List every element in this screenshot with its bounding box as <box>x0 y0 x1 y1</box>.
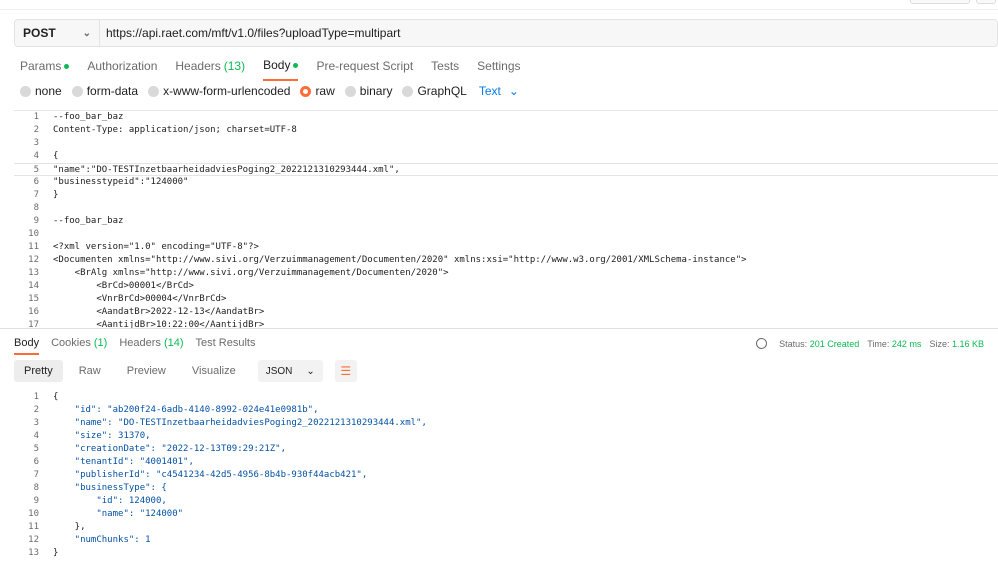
radio-urlencoded[interactable]: x-www-form-urlencoded <box>148 84 290 98</box>
view-preview[interactable]: Preview <box>117 360 176 382</box>
view-visualize[interactable]: Visualize <box>182 360 246 382</box>
response-tab-headers[interactable]: Headers (14) <box>119 337 183 355</box>
code-line: 9 "id": 124000, <box>33 496 167 506</box>
code-line: 10 <box>28 229 39 239</box>
request-tabs: Params Authorization Headers (13) Body Pr… <box>20 57 521 81</box>
code-line-current: 5 "name":"DO-TESTInzetbaarheidadviesPogin… <box>14 163 998 176</box>
tab-settings[interactable]: Settings <box>477 57 520 81</box>
code-line: 8 <box>33 203 39 213</box>
code-line: 5 "creationDate": "2022-12-13T09:29:21Z"… <box>33 444 286 454</box>
code-line: 6 "businesstypeid":"124000" <box>33 177 189 187</box>
code-line: 3 "name": "DO-TESTInzetbaarheidadviesPog… <box>33 418 427 428</box>
code-line: 9 --foo_bar_baz <box>33 216 124 226</box>
pane-divider[interactable] <box>0 328 998 329</box>
response-tab-body[interactable]: Body <box>14 337 40 355</box>
code-line: 1{ <box>33 392 59 402</box>
active-dot <box>293 62 299 68</box>
method-label: POST <box>23 26 56 40</box>
tab-headers[interactable]: Headers (13) <box>175 57 245 81</box>
tab-body[interactable]: Body <box>263 57 299 81</box>
code-line: 15 <VnrBrCd>00004</VnrBrCd> <box>28 294 227 304</box>
wrap-lines-icon[interactable]: ☰ <box>334 360 357 382</box>
radio-binary[interactable]: binary <box>344 84 392 98</box>
more-button[interactable] <box>976 0 996 4</box>
radio-raw[interactable]: raw <box>300 84 335 98</box>
code-line: 12 <Documenten xmlns="http://www.sivi.org… <box>28 255 747 265</box>
radio-none[interactable]: none <box>20 84 62 98</box>
code-line: 17 <AantijdBr>10:22:00</AantijdBr> <box>28 320 265 328</box>
request-body-editor[interactable]: 1 --foo_bar_baz 2 Content-Type: applicatio… <box>14 110 998 328</box>
save-button[interactable] <box>910 0 970 4</box>
tab-params[interactable]: Params <box>20 57 70 81</box>
raw-format-select[interactable]: Text ⌄ <box>479 84 519 98</box>
response-tab-test-results[interactable]: Test Results <box>196 337 256 355</box>
tab-tests[interactable]: Tests <box>431 57 459 81</box>
code-line: 6 "tenantId": "4001401", <box>33 457 194 467</box>
response-status: Status: 201 Created Time: 242 ms Size: 1… <box>756 338 984 349</box>
method-select[interactable]: POST ⌄ <box>15 20 100 46</box>
code-line: 16 <AandatBr>2022-12-13</AandatBr> <box>28 307 265 317</box>
code-line: 11 }, <box>28 522 86 532</box>
code-line: 2 Content-Type: application/json; charset… <box>33 125 297 135</box>
code-line: 10 "name": "124000" <box>28 509 184 519</box>
time-value[interactable]: 242 ms <box>892 339 922 349</box>
response-body-viewer[interactable]: 1{ 2 "id": "ab200f24-6adb-4140-8992-024e… <box>14 391 998 566</box>
view-raw[interactable]: Raw <box>69 360 111 382</box>
code-line: 12 "numChunks": 1 <box>28 535 151 545</box>
radio-form-data[interactable]: form-data <box>71 84 138 98</box>
view-pretty[interactable]: Pretty <box>14 360 63 382</box>
code-line: 7} <box>33 190 59 200</box>
code-line: 13 <BrAlg xmlns="http://www.sivi.org/Ver… <box>28 268 449 278</box>
code-line: 14 <BrCd>00001</BrCd> <box>28 281 194 291</box>
radio-graphql[interactable]: GraphQL <box>402 84 467 98</box>
response-toolbar: Pretty Raw Preview Visualize JSON ⌄ ☰ <box>14 360 357 382</box>
body-type-options: none form-data x-www-form-urlencoded raw… <box>20 84 519 98</box>
chevron-down-icon: ⌄ <box>306 365 315 377</box>
chevron-down-icon: ⌄ <box>508 84 519 98</box>
response-format-select[interactable]: JSON ⌄ <box>257 360 323 382</box>
chevron-down-icon: ⌄ <box>82 27 91 39</box>
active-dot <box>64 63 70 69</box>
code-line: 1 --foo_bar_baz <box>33 112 124 122</box>
size-value[interactable]: 1.16 KB <box>952 339 984 349</box>
code-line: 11 <?xml version="1.0" encoding="UTF-8"?> <box>28 242 259 252</box>
status-value[interactable]: 201 Created <box>810 339 860 349</box>
code-line: 8 "businessType": { <box>33 483 167 493</box>
response-tabs: Body Cookies (1) Headers (14) Test Resul… <box>14 337 255 355</box>
code-line: 4{ <box>33 151 59 161</box>
code-line: 3 <box>33 138 39 148</box>
tab-authorization[interactable]: Authorization <box>87 57 157 81</box>
code-line: 4 "size": 31370, <box>33 431 151 441</box>
url-bar: POST ⌄ https://api.raet.com/mft/v1.0/fil… <box>14 19 998 47</box>
tab-pre-request-script[interactable]: Pre-request Script <box>316 57 413 81</box>
code-line: 2 "id": "ab200f24-6adb-4140-8992-024e41e… <box>33 405 319 415</box>
url-input[interactable]: https://api.raet.com/mft/v1.0/files?uplo… <box>100 20 400 46</box>
code-line: 13} <box>28 548 59 558</box>
globe-icon[interactable] <box>756 338 768 349</box>
top-toolbar-strip <box>0 0 998 10</box>
response-tab-cookies[interactable]: Cookies (1) <box>51 337 107 355</box>
code-line: 7 "publisherId": "c4541234-42d5-4956-8b4… <box>33 470 368 480</box>
